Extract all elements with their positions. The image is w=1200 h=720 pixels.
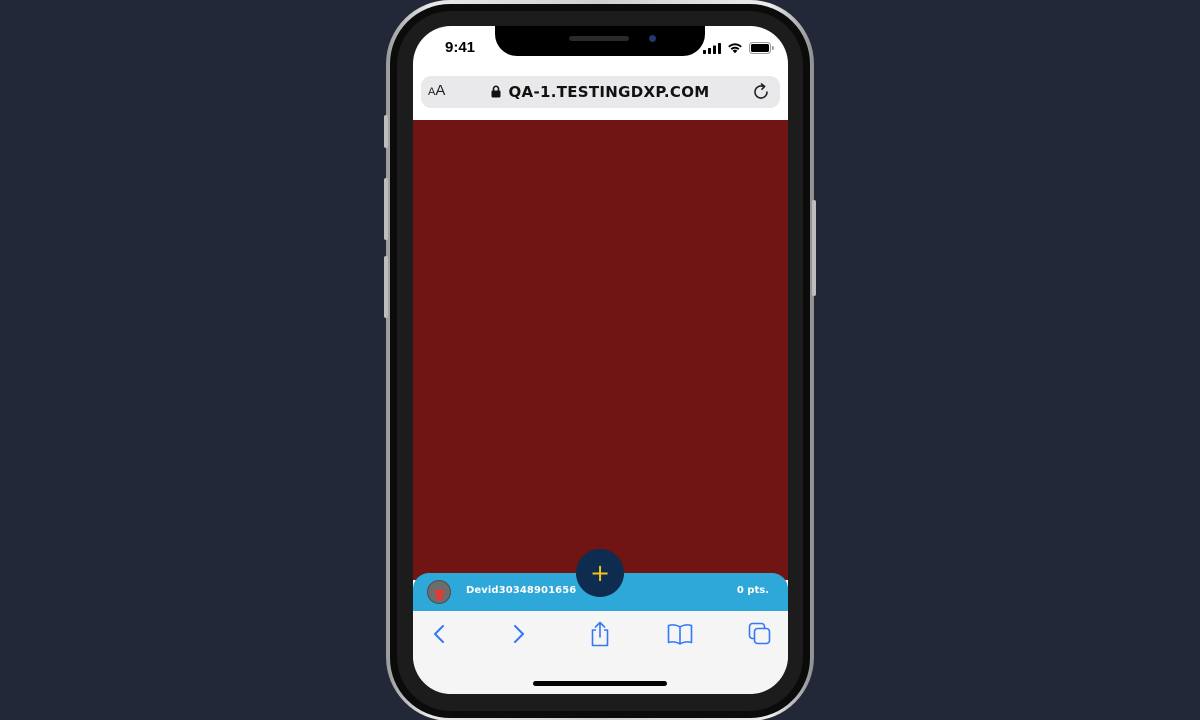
front-camera: [649, 35, 656, 42]
chevron-right-icon: [512, 624, 526, 648]
tabs-button[interactable]: [745, 621, 775, 651]
page-content: [413, 120, 788, 580]
notch: [495, 26, 705, 56]
url-text: QA-1.TESTINGDXP.COM: [508, 83, 710, 101]
stage: 9:41 AA QA-1.TESTINGDXP.COM Devid3034890…: [0, 0, 1200, 720]
browser-toolbar: [413, 611, 788, 694]
share-button[interactable]: [585, 621, 615, 651]
volume-up-button: [384, 178, 388, 240]
speaker: [569, 36, 629, 41]
points-count: 0 pts.: [736, 585, 769, 596]
username: Devid30348901656: [466, 585, 577, 596]
phone-screen: 9:41 AA QA-1.TESTINGDXP.COM Devid3034890…: [413, 26, 788, 694]
cellular-signal-icon: [703, 39, 721, 58]
home-indicator[interactable]: [533, 681, 667, 686]
reload-icon[interactable]: [750, 81, 772, 103]
avatar[interactable]: [427, 580, 451, 604]
wifi-icon: [727, 39, 743, 58]
back-button[interactable]: [424, 621, 454, 651]
volume-down-button: [384, 256, 388, 318]
status-time: 9:41: [445, 39, 476, 56]
shirt-icon: [433, 586, 446, 600]
add-button[interactable]: +: [576, 549, 624, 597]
plus-icon: +: [589, 559, 611, 587]
address-bar[interactable]: AA QA-1.TESTINGDXP.COM: [421, 76, 780, 108]
status-icons: [703, 41, 774, 55]
power-button: [812, 200, 816, 296]
forward-button[interactable]: [504, 621, 534, 651]
battery-icon: [749, 39, 774, 58]
tabs-icon: [748, 622, 772, 650]
lock-icon: [491, 84, 501, 102]
mute-switch: [384, 115, 388, 148]
bookmarks-button[interactable]: [665, 621, 695, 651]
chevron-left-icon: [432, 624, 446, 648]
book-icon: [667, 623, 693, 649]
url-display[interactable]: QA-1.TESTINGDXP.COM: [421, 83, 780, 102]
share-icon: [589, 621, 611, 651]
